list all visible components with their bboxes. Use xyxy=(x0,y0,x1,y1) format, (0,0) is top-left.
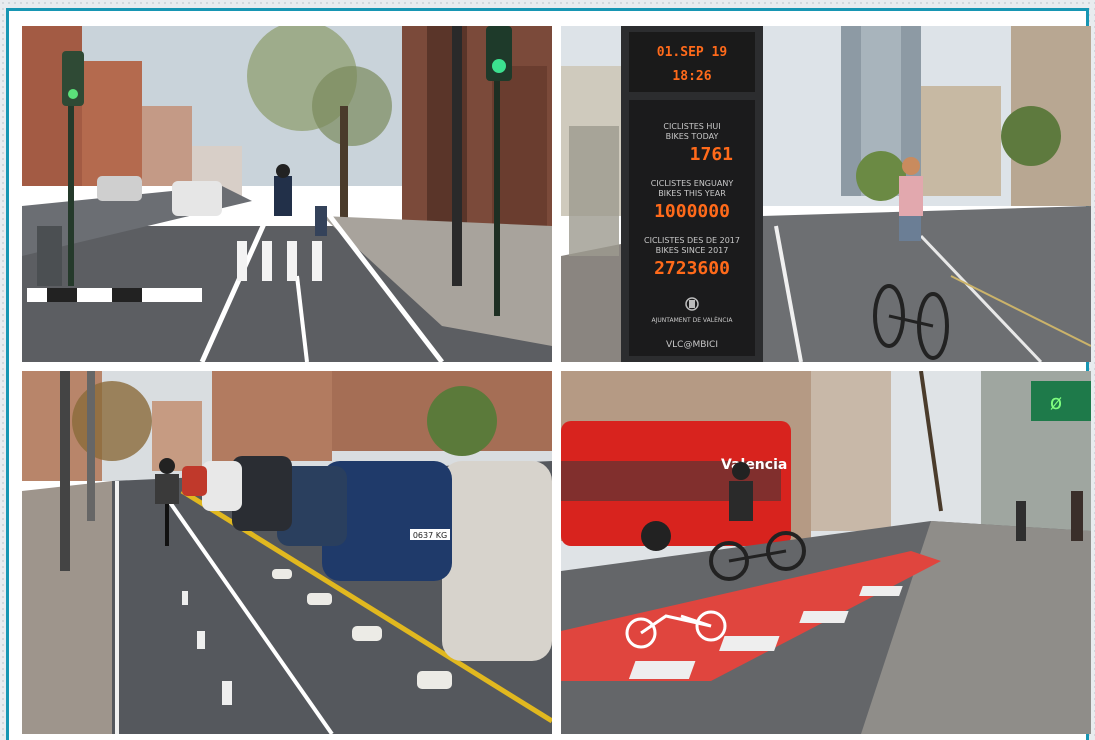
counter-date: 01.SEP 19 xyxy=(657,45,727,60)
label-since-line2: BIKES SINCE 2017 xyxy=(656,246,729,255)
photo-protected-bike-lane-traffic: 0637 KG xyxy=(22,371,552,734)
counter-org: AJUNTAMENT DE VALÈNCIA xyxy=(652,316,734,324)
counter-value-today: 1761 xyxy=(690,144,733,165)
photo-bike-counter: 01.SEP 19 18:26 CICLISTES HUI BIKES TODA… xyxy=(561,26,1091,362)
city-crest-icon xyxy=(685,297,699,311)
photo-red-bike-crossing: ø Valencia xyxy=(561,371,1091,734)
shop-sign: ø xyxy=(1050,390,1062,414)
counter-brand: VLC@MBICI xyxy=(666,340,718,350)
counter-time: 18:26 xyxy=(672,69,711,84)
license-plate: 0637 KG xyxy=(413,531,447,540)
label-year-line2: BIKES THIS YEAR xyxy=(658,189,726,198)
label-today-line2: BIKES TODAY xyxy=(666,132,719,141)
counter-value-since: 2723600 xyxy=(654,258,730,279)
photo-bike-lane-street xyxy=(22,26,552,362)
label-since-line1: CICLISTES DES DE 2017 xyxy=(644,236,740,245)
counter-value-year: 1000000 xyxy=(654,201,730,222)
bus-text: Valencia xyxy=(721,457,787,473)
label-today-line1: CICLISTES HUI xyxy=(663,122,720,131)
label-year-line1: CICLISTES ENGUANY xyxy=(651,179,734,188)
